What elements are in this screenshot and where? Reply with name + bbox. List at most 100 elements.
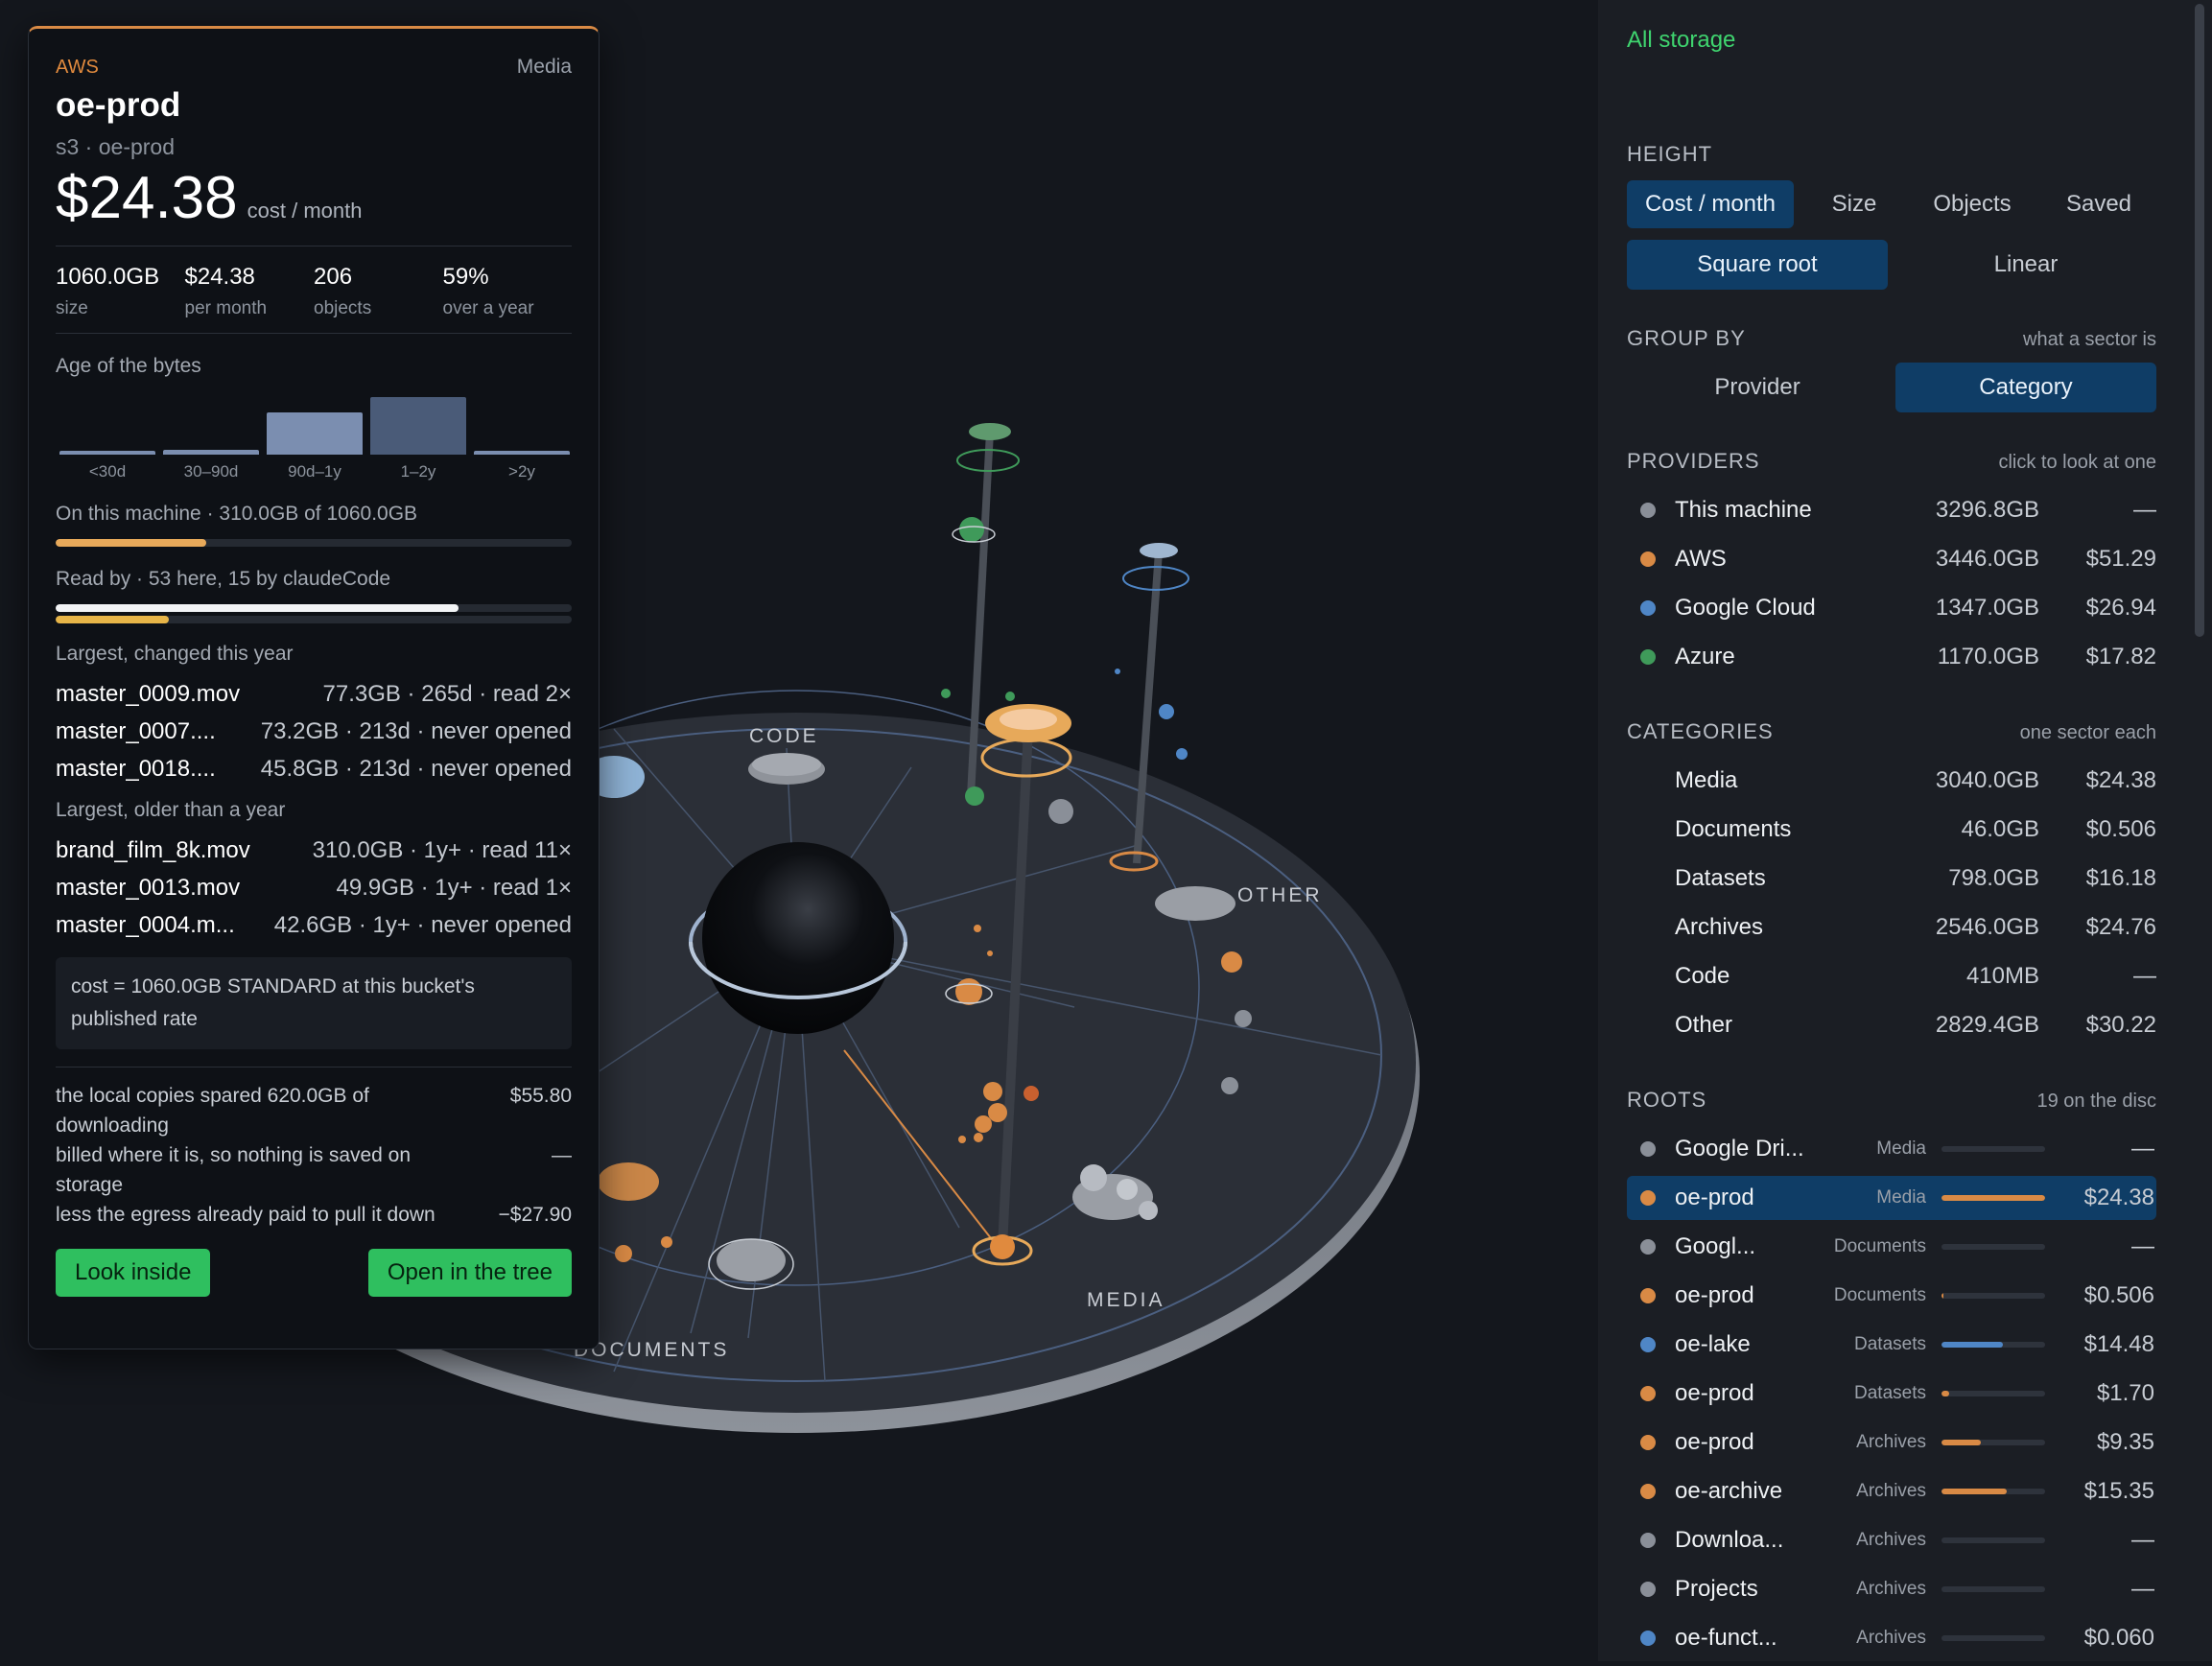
controls-panel: All storage HEIGHT Cost / month Size Obj… — [1598, 0, 2212, 1661]
root-cost-bar-fill — [1941, 1489, 2008, 1494]
providers-hint: click to look at one — [1998, 452, 2156, 473]
root-cost-bar — [1941, 1537, 2045, 1543]
root-cost-bar — [1941, 1293, 2045, 1299]
sector-label-code: CODE — [749, 725, 819, 747]
root-row[interactable]: oe-prod Documents $0.506 — [1627, 1274, 2156, 1318]
root-name: oe-prod — [1675, 1185, 1754, 1210]
root-category: Media — [1876, 1138, 1926, 1159]
category-row[interactable]: Code 410MB — — [1627, 957, 2156, 996]
category-row[interactable]: Datasets 798.0GB $16.18 — [1627, 859, 2156, 898]
root-name: oe-prod — [1675, 1429, 1754, 1455]
provider-row[interactable]: Google Cloud 1347.0GB $26.94 — [1627, 589, 2156, 627]
root-color-dot — [1640, 1288, 1656, 1303]
root-category: Archives — [1856, 1579, 1926, 1599]
provider-row[interactable]: Azure 1170.0GB $17.82 — [1627, 638, 2156, 676]
root-row[interactable]: oe-prod Datasets $1.70 — [1627, 1372, 2156, 1416]
sector-label-other: OTHER — [1237, 884, 1323, 906]
height-objects-button[interactable]: Objects — [1915, 180, 2030, 228]
root-color-dot — [1640, 1141, 1656, 1157]
category-row[interactable]: Documents 46.0GB $0.506 — [1627, 810, 2156, 849]
provider-color-dot — [1640, 649, 1656, 665]
group-provider-button[interactable]: Provider — [1627, 363, 1888, 412]
category-row[interactable]: Media 3040.0GB $24.38 — [1627, 762, 2156, 800]
saving-row: billed where it is, so nothing is saved … — [56, 1144, 572, 1196]
category-cost: $0.506 — [2085, 816, 2156, 842]
scale-sqrt-button[interactable]: Square root — [1627, 240, 1888, 290]
root-row[interactable]: Googl... Documents — — [1627, 1225, 2156, 1269]
changed-title: Largest, changed this year — [56, 643, 294, 665]
root-row[interactable]: Google Dri... Media — — [1627, 1127, 2156, 1171]
bucket-stats: 1060.0GB size $24.38 per month 206 objects … — [56, 264, 572, 319]
older-file-row[interactable]: brand_film_8k.mov 310.0GB · 1y+ · read 11… — [56, 832, 572, 869]
category-cost: $30.22 — [2085, 1012, 2156, 1038]
root-color-dot — [1640, 1239, 1656, 1255]
open-in-tree-button[interactable]: Open in the tree — [367, 1249, 572, 1297]
category-name: Code — [1675, 963, 1730, 989]
provider-row[interactable]: AWS 3446.0GB $51.29 — [1627, 540, 2156, 578]
categories-title: CATEGORIES — [1627, 719, 1774, 743]
root-color-dot — [1640, 1533, 1656, 1548]
root-cost-bar-fill — [1941, 1391, 1949, 1396]
category-name: Documents — [1675, 816, 1792, 842]
look-inside-button[interactable]: Look inside — [56, 1249, 211, 1297]
height-size-button[interactable]: Size — [1805, 180, 1903, 228]
stat-per-month: $24.38 per month — [184, 264, 268, 318]
root-category: Media — [1876, 1187, 1926, 1208]
root-color-dot — [1640, 1190, 1656, 1206]
older-title: Largest, older than a year — [56, 799, 286, 821]
age-bar-label: 30–90d — [183, 462, 239, 481]
root-cost: $14.48 — [2083, 1331, 2154, 1357]
height-saved-button[interactable]: Saved — [2041, 180, 2156, 228]
root-name: oe-prod — [1675, 1282, 1754, 1308]
scale-linear-button[interactable]: Linear — [1895, 240, 2156, 290]
bucket-detail-card: AWS Media oe-prod s3 · oe-prod $24.38 cos… — [28, 26, 600, 1349]
panel-scrollbar[interactable] — [2195, 4, 2204, 637]
age-bar — [163, 449, 259, 455]
changed-file-row[interactable]: master_0007.... 73.2GB · 213d · never ope… — [56, 713, 572, 750]
read-claude-bar — [56, 616, 572, 623]
root-row[interactable]: oe-prod Archives $9.35 — [1627, 1420, 2156, 1465]
all-storage-link[interactable]: All storage — [1627, 27, 1735, 54]
root-color-dot — [1640, 1435, 1656, 1450]
root-row[interactable]: Projects Archives — — [1627, 1567, 2156, 1611]
group-category-button[interactable]: Category — [1895, 363, 2156, 412]
older-file-row[interactable]: master_0013.mov 49.9GB · 1y+ · read 1× — [56, 869, 572, 906]
age-bar-label: >2y — [508, 462, 535, 481]
stat-objects: 206 objects — [314, 264, 372, 318]
older-file-row[interactable]: master_0004.m... 42.6GB · 1y+ · never ope… — [56, 906, 572, 944]
age-bar — [370, 397, 466, 455]
category-size: 410MB — [1965, 963, 2039, 989]
root-name: Googl... — [1675, 1233, 1756, 1259]
provider-row[interactable]: This machine 3296.8GB — — [1627, 491, 2156, 529]
changed-file-row[interactable]: master_0018.... 45.8GB · 213d · never ope… — [56, 750, 572, 787]
root-row[interactable]: oe-prod Media $24.38 — [1627, 1176, 2156, 1220]
provider-name: Azure — [1675, 644, 1735, 669]
roots-title: ROOTS — [1627, 1088, 1707, 1112]
root-category: Archives — [1856, 1481, 1926, 1501]
roots-hint: 19 on the disc — [2036, 1091, 2156, 1112]
changed-file-row[interactable]: master_0009.mov 77.3GB · 265d · read 2× — [56, 675, 572, 713]
category-size: 798.0GB — [1948, 865, 2039, 891]
root-name: Projects — [1675, 1576, 1758, 1602]
category-cost: $24.38 — [2085, 767, 2156, 793]
category-name: Other — [1675, 1012, 1733, 1038]
root-row[interactable]: oe-funct... Archives $0.060 — [1627, 1616, 2156, 1660]
savings-list: the local copies spared 620.0GB of downl… — [56, 1081, 572, 1230]
root-cost: — — [2131, 1527, 2154, 1553]
group-hint: what a sector is — [2023, 329, 2156, 350]
height-cost-button[interactable]: Cost / month — [1627, 180, 1794, 228]
root-row[interactable]: oe-lake Datasets $14.48 — [1627, 1323, 2156, 1367]
root-category: Documents — [1833, 1285, 1926, 1305]
root-category: Archives — [1856, 1530, 1926, 1550]
root-cost: $0.506 — [2083, 1282, 2154, 1308]
category-row[interactable]: Other 2829.4GB $30.22 — [1627, 1006, 2156, 1044]
provider-size: 3446.0GB — [1935, 546, 2039, 572]
age-title: Age of the bytes — [56, 355, 201, 377]
root-row[interactable]: oe-archive Archives $15.35 — [1627, 1469, 2156, 1513]
provider-size: 1347.0GB — [1935, 595, 2039, 621]
root-cost-bar-fill — [1941, 1440, 1982, 1445]
category-row[interactable]: Archives 2546.0GB $24.76 — [1627, 908, 2156, 947]
root-cost: $24.38 — [2083, 1185, 2154, 1210]
root-row[interactable]: Downloa... Archives — — [1627, 1518, 2156, 1562]
machine-text: On this machine · 310.0GB of 1060.0GB — [56, 503, 418, 525]
